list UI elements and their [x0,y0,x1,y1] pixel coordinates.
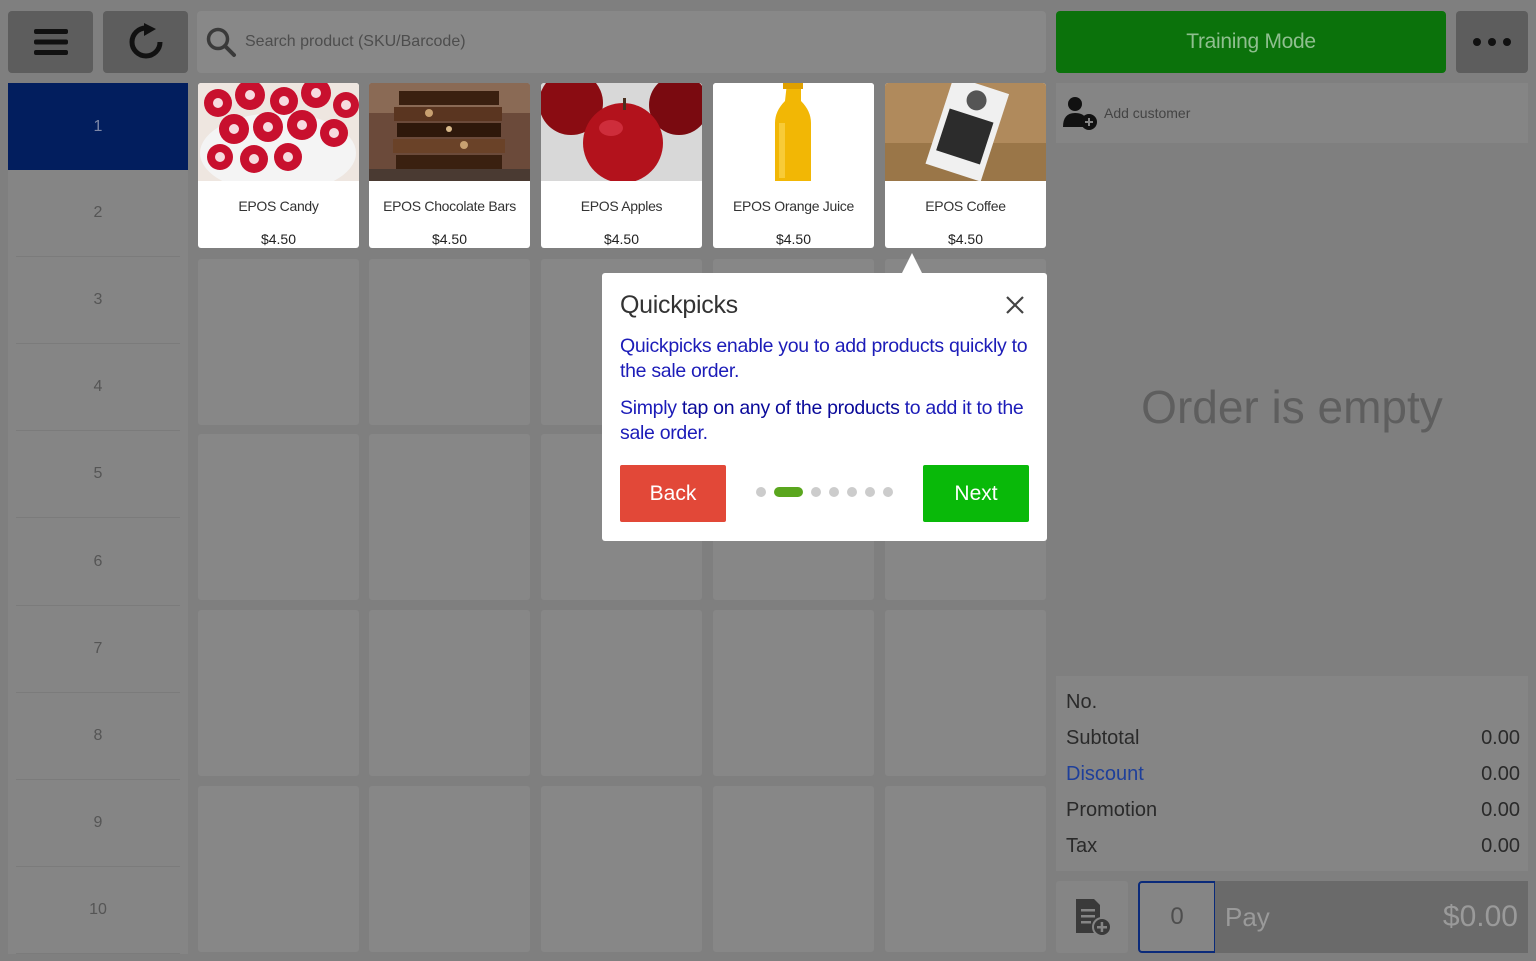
product-price: $4.50 [260,231,297,247]
empty-quickpick-slot[interactable] [369,786,530,952]
summary-row-tax: Tax 0.00 [1066,828,1520,864]
search-icon [206,27,236,57]
summary-row-promotion: Promotion 0.00 [1066,792,1520,828]
discount-link[interactable]: Discount [1066,763,1144,786]
step-dot [774,487,803,497]
training-mode-button[interactable]: Training Mode [1056,11,1446,73]
close-icon [1006,296,1024,314]
page-list: 1 2 3 4 5 6 7 8 9 10 [8,83,188,954]
page-tab-3[interactable]: 3 [16,257,180,345]
pay-button[interactable]: Pay $0.00 [1215,881,1528,953]
product-price: $4.50 [947,231,984,247]
page-tab-5[interactable]: 5 [16,431,180,519]
subtotal-label: Subtotal [1066,726,1140,749]
product-name: EPOS Coffee [925,198,1006,214]
add-note-icon [1076,899,1112,937]
step-dot [829,487,839,497]
page-tab-8[interactable]: 8 [16,693,180,780]
tax-value: 0.00 [1481,834,1520,857]
page-tab-1[interactable]: 1 [8,83,188,171]
apples-image [541,83,702,181]
step-dot [811,487,821,497]
empty-quickpick-slot[interactable] [541,786,702,952]
candy-image [198,83,359,181]
product-tile-apples[interactable]: EPOS Apples $4.50 [541,83,702,248]
more-options-button[interactable] [1456,11,1528,73]
empty-quickpick-slot[interactable] [713,610,874,776]
empty-quickpick-slot[interactable] [198,786,359,952]
product-price: $4.50 [775,231,812,247]
page-tab-4[interactable]: 4 [16,344,180,432]
quantity-field[interactable]: 0 [1138,881,1216,953]
close-popup-button[interactable] [1003,293,1027,317]
add-note-button[interactable] [1056,881,1128,953]
popup-instruction: Simply tap on any of the products to add… [620,396,1029,446]
product-price: $4.50 [431,231,468,247]
menu-button[interactable] [8,11,93,73]
step-dot [883,487,893,497]
promotion-label: Promotion [1066,798,1158,821]
order-empty-message: Order is empty [1141,381,1443,433]
empty-quickpick-slot[interactable] [198,434,359,600]
page-tab-7[interactable]: 7 [16,606,180,693]
discount-value: 0.00 [1481,762,1520,785]
search-input[interactable] [245,33,1025,51]
empty-quickpick-slot[interactable] [369,610,530,776]
empty-quickpick-slot[interactable] [198,259,359,425]
product-tile-coffee[interactable]: EPOS Coffee $4.50 [885,83,1046,248]
tax-label: Tax [1066,834,1098,857]
product-name: EPOS Chocolate Bars [383,198,516,214]
step-indicator [756,487,901,497]
product-tile-candy[interactable]: EPOS Candy $4.50 [198,83,359,248]
empty-quickpick-slot[interactable] [885,786,1046,952]
refresh-button[interactable] [103,11,188,73]
product-tile-chocolate-bars[interactable]: EPOS Chocolate Bars $4.50 [369,83,530,248]
instruction-prefix: Simply [620,397,682,419]
back-button[interactable]: Back [620,465,726,522]
empty-quickpick-slot[interactable] [369,434,530,600]
page-tab-2[interactable]: 2 [16,170,180,258]
empty-quickpick-slot[interactable] [369,259,530,425]
step-dot [756,487,766,497]
number-label: No. [1066,690,1098,713]
pay-label: Pay [1225,901,1270,932]
product-tile-orange-juice[interactable]: EPOS Orange Juice $4.50 [713,83,874,248]
product-name: EPOS Orange Juice [733,198,854,214]
more-horizontal-icon [1473,38,1511,46]
summary-row-number: No. [1066,684,1520,720]
subtotal-value: 0.00 [1481,726,1520,749]
next-button[interactable]: Next [923,465,1029,522]
order-summary: No. Subtotal 0.00 Discount 0.00 Promotio… [1056,676,1528,871]
search-bar[interactable] [197,11,1046,73]
page-tab-9[interactable]: 9 [16,780,180,867]
popup-description: Quickpicks enable you to add products qu… [620,335,1028,382]
pay-total: $0.00 [1442,900,1518,933]
promotion-value: 0.00 [1481,798,1520,821]
add-customer-label: Add customer [1104,105,1191,121]
add-customer-button[interactable]: Add customer [1056,83,1528,143]
quickpicks-tutorial-popup: Quickpicks Quickpicks enable you to add … [602,273,1047,541]
empty-quickpick-slot[interactable] [885,610,1046,776]
empty-quickpick-slot[interactable] [198,610,359,776]
product-price: $4.50 [603,231,640,247]
instruction-emphasis: tap on any of the products [681,397,900,419]
page-tab-10[interactable]: 10 [16,867,180,954]
orange-juice-image [713,83,874,181]
product-name: EPOS Candy [238,198,319,214]
chocolate-bars-image [369,83,530,181]
refresh-icon [129,23,162,59]
step-dot [847,487,857,497]
popup-pointer [902,253,922,273]
coffee-image [885,83,1046,181]
add-user-icon [1063,97,1097,130]
empty-quickpick-slot[interactable] [541,610,702,776]
summary-row-subtotal: Subtotal 0.00 [1066,720,1520,756]
page-tab-6[interactable]: 6 [16,518,180,606]
empty-quickpick-slot[interactable] [713,786,874,952]
hamburger-menu-icon [33,29,68,55]
popup-title: Quickpicks [620,291,738,319]
step-dot [865,487,875,497]
summary-row-discount: Discount 0.00 [1066,756,1520,792]
product-name: EPOS Apples [580,198,663,214]
